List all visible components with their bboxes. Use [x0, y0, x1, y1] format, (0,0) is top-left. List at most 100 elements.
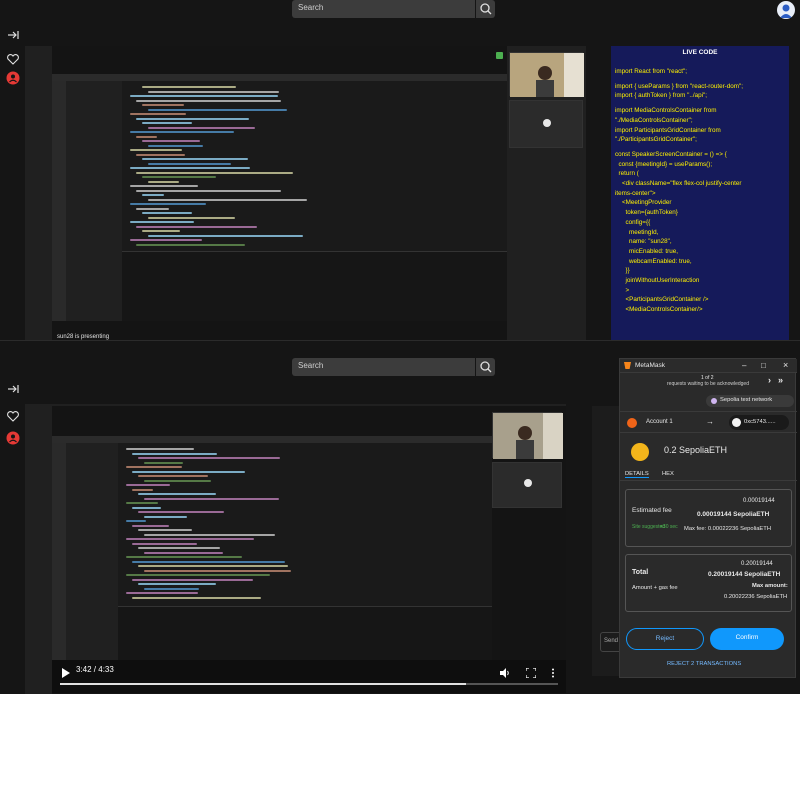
estimated-fee-small: 0.00019144 — [743, 498, 775, 504]
heart-icon[interactable] — [4, 52, 22, 66]
code-line — [138, 583, 216, 585]
code-line — [130, 149, 182, 151]
user-avatar[interactable] — [777, 1, 795, 19]
code-line — [148, 144, 203, 147]
participant-video — [492, 412, 563, 459]
fullscreen-icon[interactable] — [525, 665, 537, 679]
play-icon[interactable] — [61, 665, 71, 678]
live-code-line: <ParticipantsGridContainer /> — [615, 296, 709, 304]
shared-screen: sun28 is presenting — [52, 46, 507, 340]
code-line — [132, 596, 261, 599]
code-line — [126, 502, 158, 504]
code-line — [148, 180, 179, 183]
code-line — [130, 203, 206, 205]
max-amount: 0.20022236 SepoliaETH — [724, 594, 788, 600]
more-options-icon[interactable] — [550, 665, 556, 678]
search-input-bottom[interactable]: Search — [298, 361, 323, 370]
participant-video — [509, 52, 584, 97]
code-line — [132, 488, 153, 491]
search-input[interactable]: Search — [298, 3, 323, 12]
code-line — [144, 497, 279, 500]
code-line — [142, 140, 200, 142]
arrow-right-icon: → — [706, 417, 714, 426]
queue-subtitle: requests waiting to be acknowledged — [667, 381, 749, 387]
metamask-fox-icon — [624, 362, 631, 369]
code-line — [136, 189, 281, 192]
live-code-line: meetingId, — [615, 228, 659, 236]
next-arrow-icon[interactable]: › — [768, 375, 771, 385]
close-button[interactable]: × — [783, 360, 788, 370]
reject-button[interactable]: Reject — [626, 628, 704, 650]
account-name: Account 1 — [646, 419, 673, 425]
recipient-pill[interactable]: 0xc5743...... — [729, 415, 789, 430]
top-bar: Search — [0, 0, 800, 22]
code-line — [144, 569, 291, 572]
code-line — [132, 578, 253, 581]
code-line — [126, 592, 198, 594]
amount-gas-label: Amount + gas fee — [632, 585, 678, 591]
code-line — [132, 524, 169, 527]
likely-time: <30 sec — [660, 524, 678, 530]
minimize-button[interactable]: – — [742, 361, 746, 370]
live-code-line: name: "sun28", — [615, 238, 672, 246]
code-line — [132, 452, 217, 455]
volume-icon[interactable] — [500, 665, 510, 678]
live-code-line: joinWithoutUserInteraction — [615, 277, 700, 284]
maximize-button[interactable]: □ — [761, 361, 766, 370]
code-line — [142, 104, 184, 106]
transaction-amount: 0.2 SepoliaETH — [664, 445, 728, 455]
live-code-line: token={authToken} — [615, 209, 678, 217]
confirm-button[interactable]: Confirm — [710, 628, 784, 650]
code-line — [138, 547, 220, 549]
tab-hex[interactable]: HEX — [662, 471, 674, 477]
live-code-line: <MediaControlsContainer/> — [615, 306, 703, 314]
profile-icon[interactable] — [4, 70, 22, 85]
code-line — [126, 448, 194, 450]
code-line — [136, 225, 257, 228]
code-line — [144, 533, 275, 536]
live-code-line: webcamEnabled: true, — [615, 257, 692, 265]
live-code-panel: LIVE CODE import React from "react"; impo… — [611, 46, 789, 340]
total-label: Total — [632, 569, 649, 576]
code-line — [148, 198, 307, 201]
code-line — [126, 520, 146, 522]
search-icon[interactable] — [475, 358, 495, 376]
heart-icon[interactable] — [4, 409, 22, 423]
reject-all-link[interactable]: REJECT 2 TRANSACTIONS — [667, 661, 741, 667]
metamask-title: MetaMask — [635, 362, 665, 369]
live-code-line: import MediaControlsContainer from — [615, 107, 717, 115]
code-line — [130, 185, 198, 187]
network-pill[interactable]: Sepolia test network — [706, 395, 794, 407]
code-line — [142, 86, 236, 88]
video-time: 3:42 / 4:33 — [76, 665, 114, 674]
collapse-arrow-icon[interactable] — [4, 382, 22, 396]
code-line — [138, 511, 224, 513]
profile-icon[interactable] — [4, 430, 22, 445]
live-code-line: "./MediaControlsContainer"; — [615, 116, 693, 124]
code-line — [130, 95, 278, 97]
last-arrow-icon[interactable]: » — [778, 375, 783, 385]
search-bar-bottom[interactable]: Search — [292, 358, 495, 376]
code-line — [136, 99, 281, 102]
live-code-line: "./ParticipantsGridContainer"; — [615, 136, 697, 144]
code-line — [148, 162, 231, 165]
code-line — [130, 131, 234, 133]
tab-details[interactable]: DETAILS — [625, 471, 649, 478]
search-icon[interactable] — [475, 0, 495, 18]
live-code-line: const SpeakerScreenContainer = () => { — [615, 150, 727, 158]
live-code-line: <div className="flex flex-col justify-ce… — [615, 180, 742, 187]
live-code-line: import { authToken } from "../api"; — [615, 92, 707, 100]
account-avatar — [627, 418, 637, 428]
code-line — [126, 466, 182, 468]
max-fee: Max fee: 0.00022236 SepoliaETH — [684, 526, 772, 532]
collapse-arrow-icon[interactable] — [4, 28, 22, 42]
code-line — [144, 515, 187, 518]
video-progress-track[interactable] — [60, 683, 558, 685]
video-progress-fill — [60, 683, 466, 685]
metamask-window: MetaMask – □ × 1 of 2 requests waiting t… — [619, 358, 797, 678]
total-small: 0.20019144 — [741, 561, 773, 567]
live-code-line: config={{ — [615, 218, 651, 226]
estimated-fee-label: Estimated fee — [632, 507, 672, 514]
search-bar[interactable]: Search — [292, 0, 495, 18]
shared-screen-bottom — [52, 406, 566, 694]
